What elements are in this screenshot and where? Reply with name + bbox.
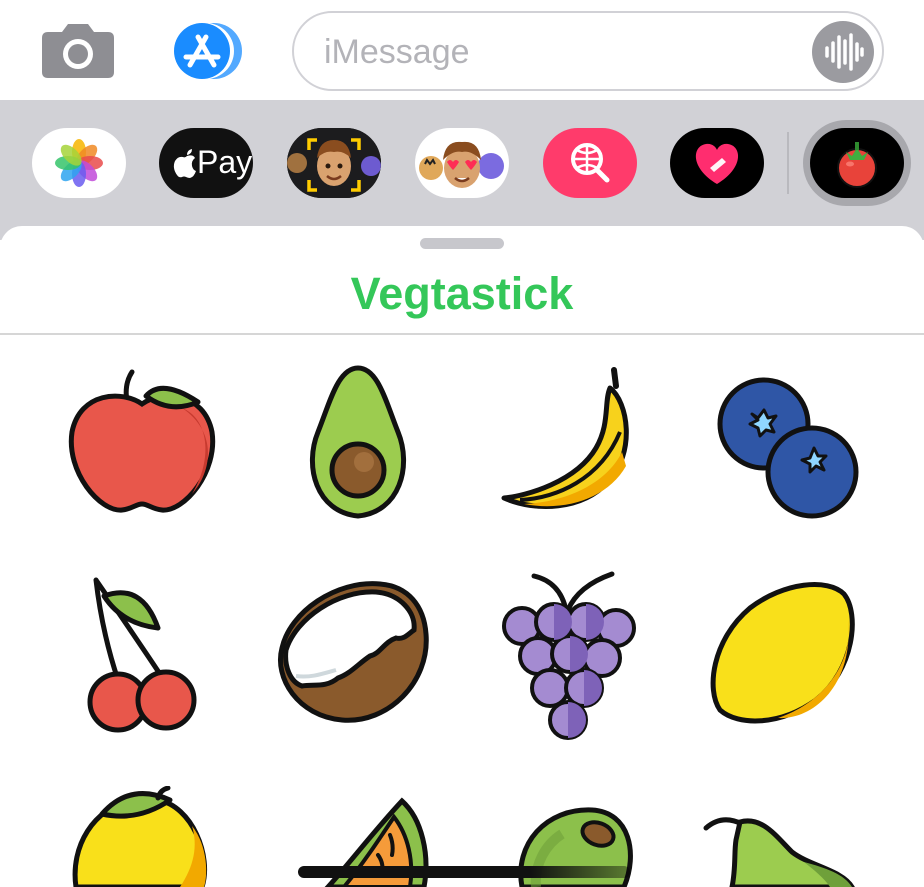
banana-sticker[interactable] (496, 362, 646, 522)
app-store-icon (174, 23, 242, 79)
coconut-sticker[interactable] (276, 578, 436, 728)
memoji-stickers-icon (419, 141, 504, 188)
drawer-divider (787, 132, 789, 194)
tomato-icon (837, 142, 877, 188)
apple-pay-label: Pay (197, 144, 253, 180)
compose-bar: iMessage (0, 0, 924, 100)
grapes-sticker[interactable] (498, 568, 638, 744)
drawer-app-memoji-stickers[interactable] (415, 128, 509, 198)
app-drawer: Pay (0, 100, 924, 240)
waveform-icon (812, 21, 874, 83)
pear-sticker[interactable] (702, 812, 862, 887)
drawer-app-apple-pay[interactable]: Pay (159, 128, 253, 198)
message-input[interactable]: iMessage (292, 11, 884, 91)
heart-touch-icon (695, 143, 739, 184)
mango-sticker[interactable] (72, 786, 212, 887)
apple-pay-icon (173, 149, 196, 178)
memoji-icon (287, 128, 381, 198)
drawer-app-memoji[interactable] (287, 128, 381, 198)
home-indicator (298, 866, 630, 878)
message-placeholder: iMessage (324, 33, 470, 71)
sheet-divider (0, 333, 924, 335)
drawer-app-image-search[interactable] (543, 128, 637, 198)
drawer-app-digital-touch[interactable] (670, 128, 764, 198)
avocado-sticker[interactable] (298, 362, 418, 522)
drawer-app-vegtastick[interactable] (810, 128, 904, 198)
apple-sticker[interactable] (62, 362, 222, 522)
sheet-title: Vegtastick (350, 268, 574, 319)
camera-icon (42, 24, 114, 78)
lemon-sticker[interactable] (708, 580, 858, 726)
blueberries-sticker[interactable] (717, 377, 859, 519)
app-store-button[interactable] (166, 21, 250, 81)
globe-search-icon (571, 143, 610, 183)
cherries-sticker[interactable] (82, 572, 198, 734)
drawer-app-photos[interactable] (32, 128, 126, 198)
camera-button[interactable] (40, 22, 116, 80)
audio-record-button[interactable] (812, 21, 874, 83)
sheet-grabber[interactable] (420, 238, 504, 249)
photos-icon (55, 139, 103, 187)
